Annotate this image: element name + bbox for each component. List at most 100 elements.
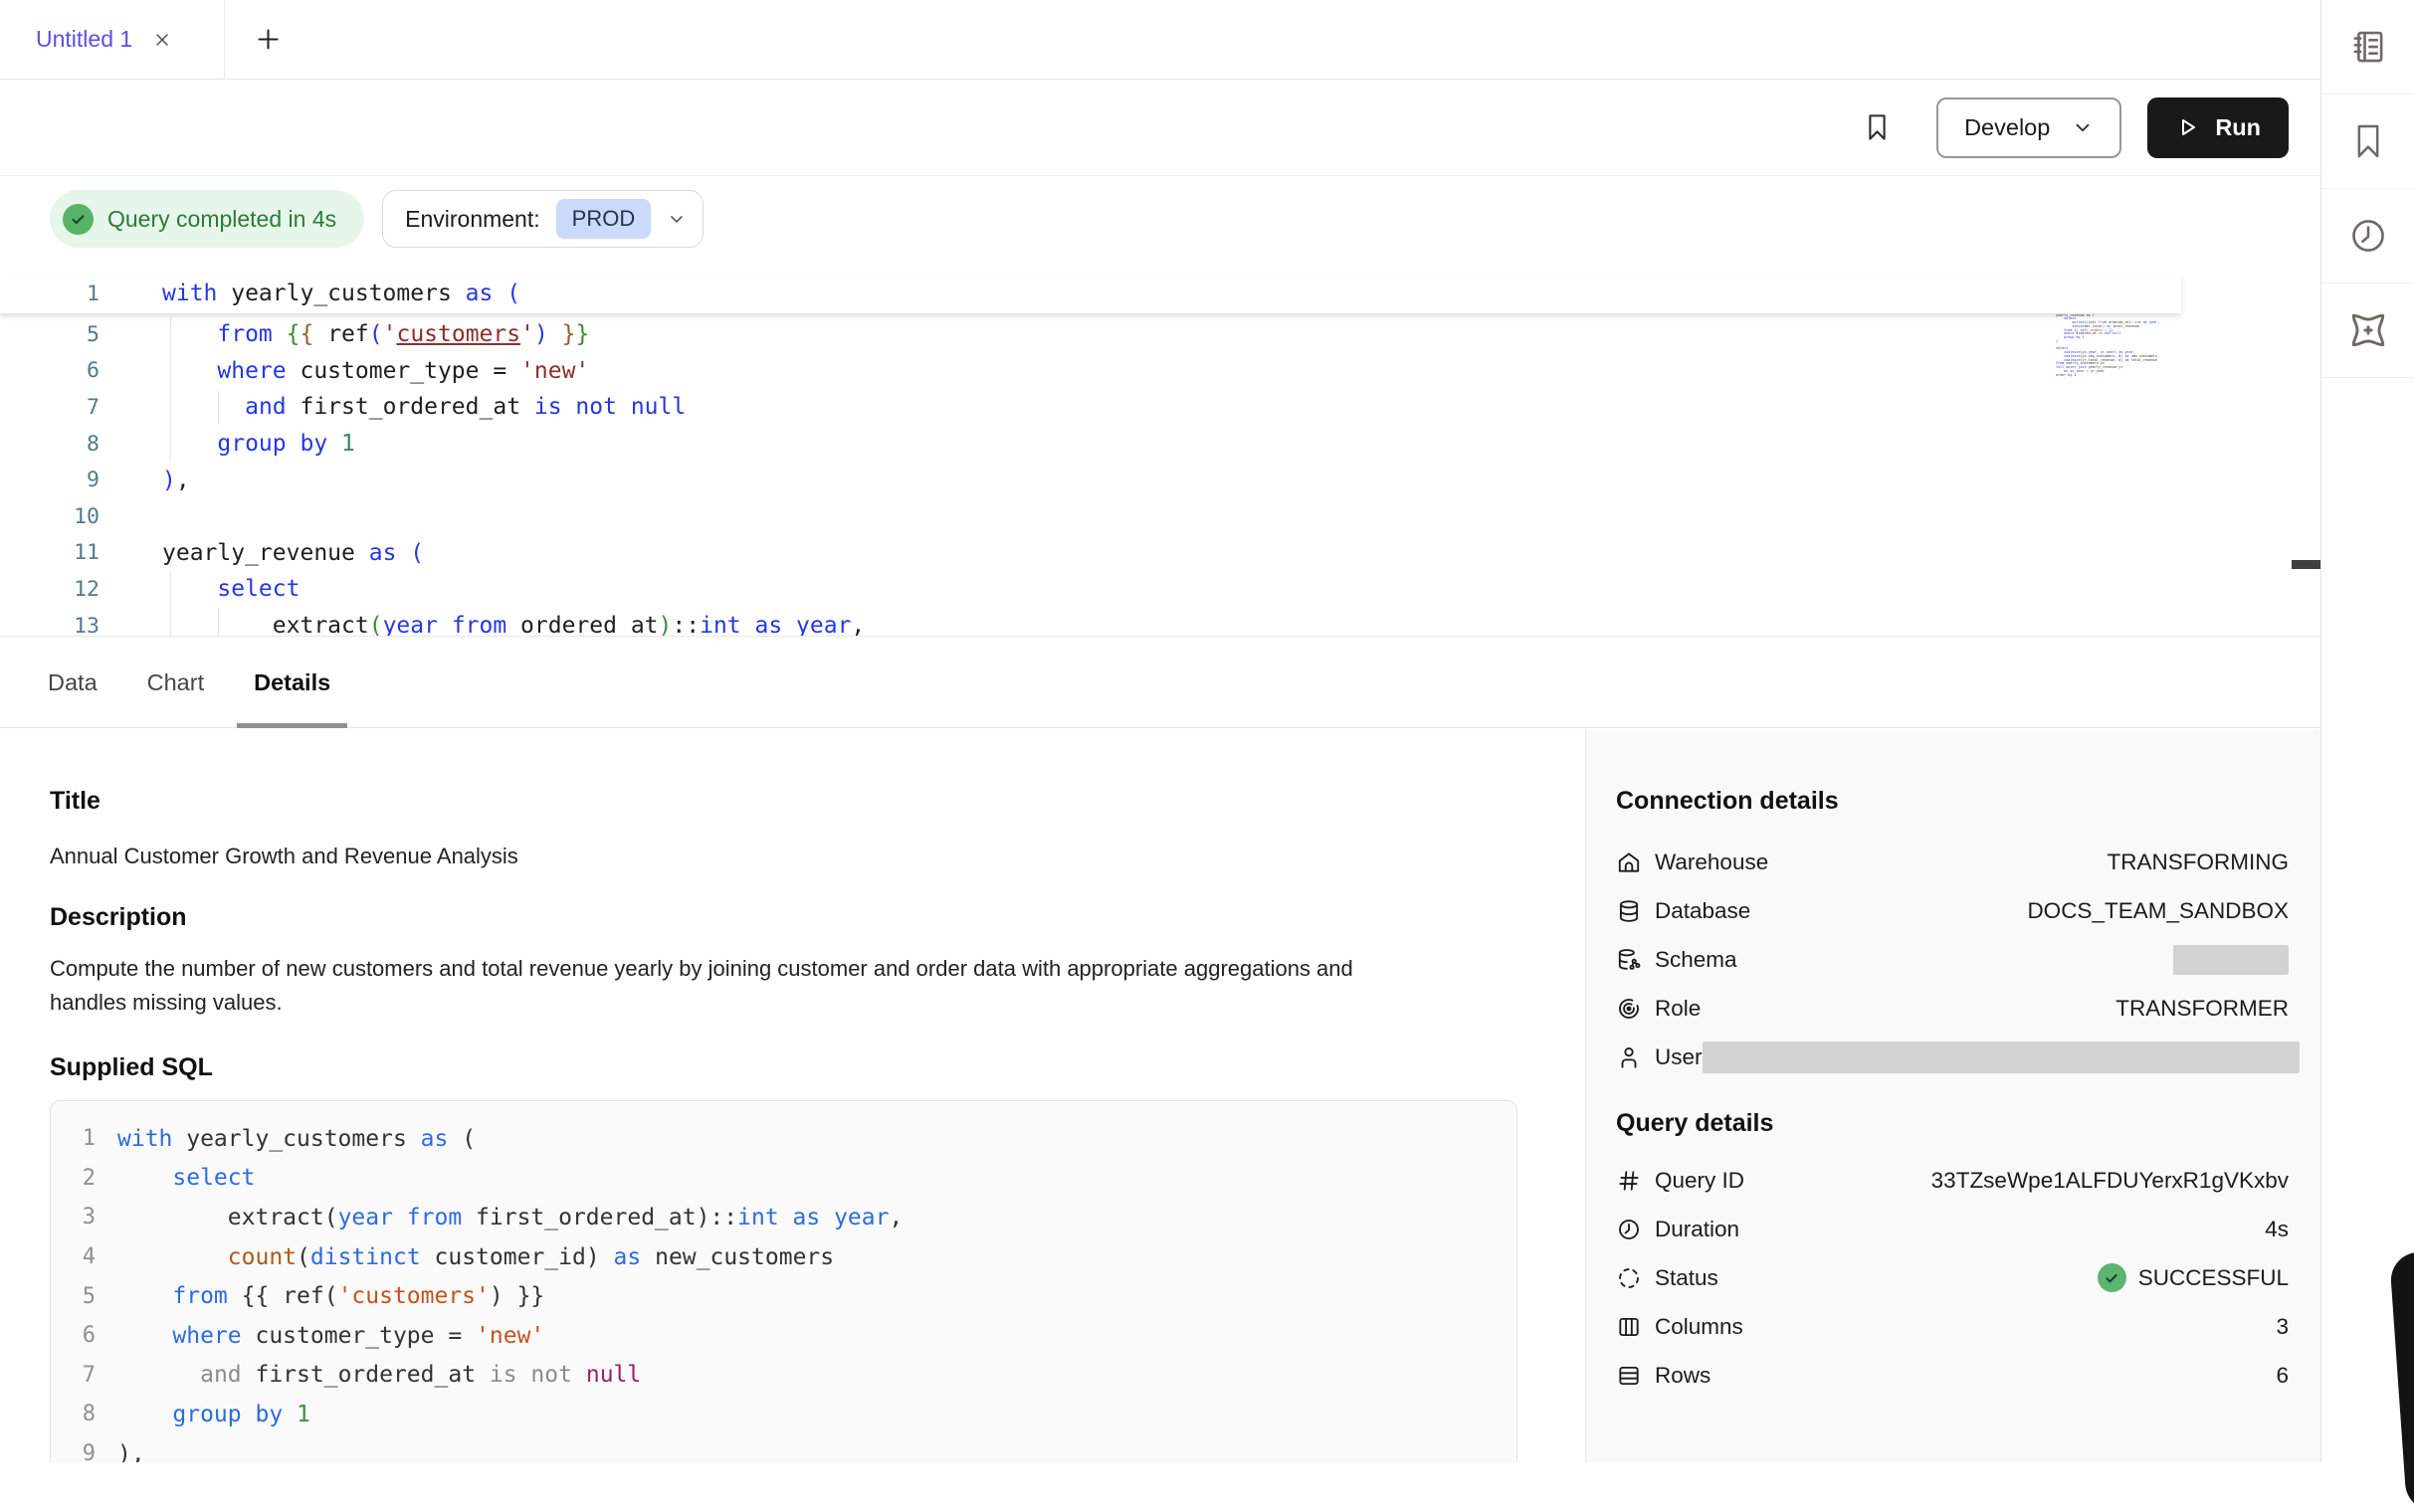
add-tab-button[interactable] <box>255 26 282 53</box>
code-text: yearly_revenue as ( <box>100 540 424 566</box>
sidebar-bookmark-icon[interactable] <box>2321 94 2414 189</box>
connection-row-warehouse: WarehouseTRANSFORMING <box>1616 838 2289 886</box>
editor-tab-bar: Untitled 1 <box>0 0 2320 80</box>
code-text: ), <box>96 1441 145 1462</box>
details-panel: Title Annual Customer Growth and Revenue… <box>0 729 2320 1462</box>
row-label: User <box>1655 1044 1703 1070</box>
tab-chart[interactable]: Chart <box>130 638 221 727</box>
query-row-rows: Rows6 <box>1616 1351 2289 1400</box>
line-number: 5 <box>0 322 100 347</box>
row-value <box>1703 1041 2300 1073</box>
close-tab-icon[interactable] <box>152 30 172 50</box>
columns-icon <box>1616 1314 1642 1340</box>
line-number: 10 <box>0 504 100 529</box>
editor-lines: 1with yearly_customers as (5 from {{ ref… <box>0 274 2181 637</box>
row-value <box>2173 945 2289 975</box>
develop-label: Develop <box>1964 114 2050 141</box>
line-number: 1 <box>0 282 100 306</box>
connection-row-user: User <box>1616 1033 2289 1081</box>
user-icon <box>1616 1044 1642 1070</box>
row-value: SUCCESSFUL <box>2098 1263 2289 1292</box>
code-line: 7 and first_ordered_at is not null <box>51 1356 1516 1396</box>
code-text: select <box>100 576 300 602</box>
query-row-status: Status SUCCESSFUL <box>1616 1253 2289 1302</box>
code-line: 6 where customer_type = 'new' <box>51 1316 1516 1356</box>
hash-icon <box>1616 1168 1642 1194</box>
scrollbar-thumb[interactable] <box>2292 560 2320 569</box>
code-text: from {{ ref('customers') }} <box>100 321 589 347</box>
redacted-value <box>1703 1041 2300 1073</box>
code-text: select <box>96 1165 255 1191</box>
run-button[interactable]: Run <box>2147 97 2289 158</box>
schema-icon <box>1616 947 1642 973</box>
connection-details-rows: WarehouseTRANSFORMINGDatabaseDOCS_TEAM_S… <box>1616 838 2289 1081</box>
play-icon <box>2175 115 2199 139</box>
tab-data[interactable]: Data <box>31 638 114 727</box>
code-text: extract(year from first_ordered_at)::int… <box>96 1205 903 1230</box>
status-row: Query completed in 4s Environment: PROD <box>0 176 2320 262</box>
line-number: 2 <box>51 1166 96 1191</box>
code-line: 2 select <box>51 1159 1516 1199</box>
row-label: Duration <box>1655 1217 1739 1242</box>
tab-untitled-1[interactable]: Untitled 1 <box>0 0 225 80</box>
row-value: 4s <box>2265 1217 2289 1242</box>
supplied-sql-code-block: 1with yearly_customers as (2 select3 ext… <box>50 1100 1517 1462</box>
code-text: where customer_type = 'new' <box>100 358 589 384</box>
code-line: 9), <box>51 1434 1516 1462</box>
connection-row-role: RoleTRANSFORMER <box>1616 984 2289 1033</box>
row-label: Warehouse <box>1655 850 1768 875</box>
editor-scrollbar[interactable] <box>2292 262 2320 636</box>
code-text: group by 1 <box>96 1402 310 1427</box>
result-tabs: DataChartDetails <box>0 638 2320 728</box>
code-line: 7 and first_ordered_at is not null <box>0 389 2181 426</box>
indent-guide <box>218 391 219 425</box>
row-value: DOCS_TEAM_SANDBOX <box>2027 898 2289 924</box>
sidebar-notebook-icon[interactable] <box>2321 0 2414 94</box>
code-line: 8 group by 1 <box>51 1395 1516 1434</box>
line-number: 9 <box>51 1441 96 1462</box>
line-number: 8 <box>0 432 100 457</box>
indent-guide <box>170 317 171 461</box>
code-text: with yearly_customers as ( <box>100 281 520 306</box>
code-line: 5 from {{ ref('customers') }} <box>51 1276 1516 1316</box>
row-label: Columns <box>1655 1314 1743 1340</box>
tab-label: Untitled 1 <box>36 26 132 53</box>
code-text: with yearly_customers as ( <box>96 1126 476 1152</box>
tab-details[interactable]: Details <box>237 638 347 727</box>
row-value: 3 <box>2276 1314 2289 1340</box>
chevron-down-icon <box>2072 116 2094 138</box>
warehouse-icon <box>1616 850 1642 875</box>
line-number: 5 <box>51 1284 96 1309</box>
code-line: 9), <box>0 462 2181 498</box>
rows-icon <box>1616 1363 1642 1389</box>
row-label: Schema <box>1655 947 1737 973</box>
line-number: 12 <box>0 577 100 602</box>
line-number: 6 <box>0 358 100 383</box>
right-icon-sidebar <box>2320 0 2414 1462</box>
code-line: 3 extract(year from first_ordered_at)::i… <box>51 1198 1516 1237</box>
row-value: 6 <box>2276 1363 2289 1389</box>
environment-badge: PROD <box>556 199 652 239</box>
spinner-icon <box>1616 1265 1642 1291</box>
code-line: 5 from {{ ref('customers') }} <box>0 316 2181 353</box>
bookmark-icon[interactable] <box>1862 109 1893 145</box>
database-icon <box>1616 898 1642 924</box>
row-label: Status <box>1655 1265 1718 1291</box>
sidebar-history-icon[interactable] <box>2321 189 2414 284</box>
sql-editor[interactable]: 1with yearly_customers as (5 from {{ ref… <box>0 262 2320 637</box>
sidebar-dbt-lineage-icon[interactable] <box>2321 284 2414 378</box>
code-line: 1with yearly_customers as ( <box>0 274 2181 313</box>
role-icon <box>1616 996 1642 1022</box>
success-check-icon <box>2098 1263 2126 1292</box>
chevron-down-icon <box>667 209 687 229</box>
line-number: 13 <box>0 614 100 637</box>
query-row-duration: Duration 4s <box>1616 1205 2289 1253</box>
title-heading: Title <box>50 787 1585 816</box>
code-text: where customer_type = 'new' <box>96 1323 544 1349</box>
develop-dropdown-button[interactable]: Develop <box>1936 97 2121 158</box>
connection-row-database: DatabaseDOCS_TEAM_SANDBOX <box>1616 886 2289 935</box>
code-line: 11yearly_revenue as ( <box>0 535 2181 572</box>
environment-selector[interactable]: Environment: PROD <box>382 190 704 248</box>
line-number: 4 <box>51 1244 96 1269</box>
code-line: 12 select <box>0 571 2181 608</box>
